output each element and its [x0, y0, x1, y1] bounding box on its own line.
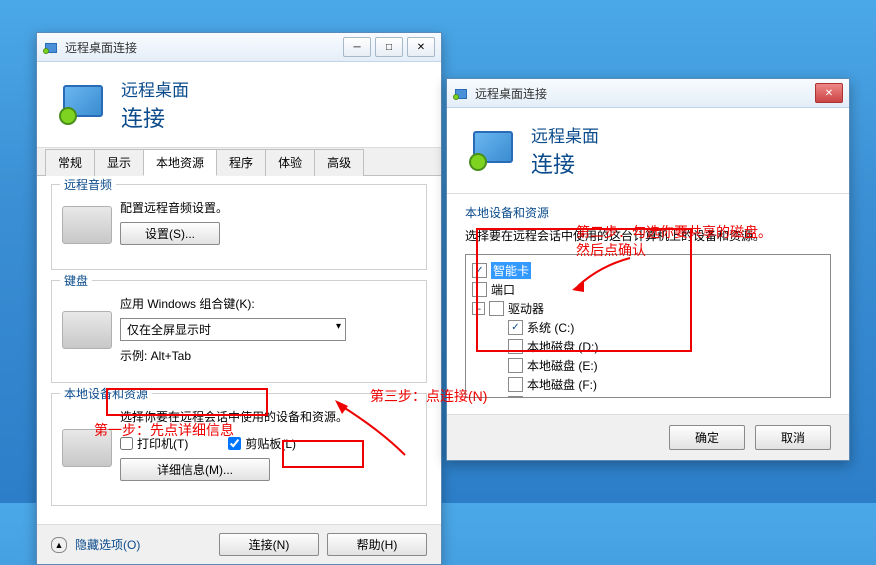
- devices-desc: 选择你要在远程会话中使用的设备和资源。: [120, 408, 416, 425]
- keyboard-example: 示例: Alt+Tab: [120, 347, 416, 364]
- drives-label[interactable]: 驱动器: [508, 300, 544, 317]
- group-keyboard: 键盘 应用 Windows 组合键(K): 仅在全屏显示时 示例: Alt+Ta…: [51, 280, 427, 383]
- titlebar2[interactable]: 远程桌面连接 ✕: [447, 79, 849, 108]
- group-title-keyboard: 键盘: [60, 272, 92, 289]
- tab-experience[interactable]: 体验: [265, 149, 315, 176]
- rdc-icon: [43, 39, 59, 55]
- group-remote-audio: 远程音频 配置远程音频设置。 设置(S)...: [51, 184, 427, 270]
- dialog-footer: 确定 取消: [447, 414, 849, 460]
- more-details-button[interactable]: 详细信息(M)...: [120, 458, 270, 481]
- rdc-icon: [453, 85, 469, 101]
- rdc-large-icon: [59, 83, 107, 127]
- printer-cb-input[interactable]: [120, 437, 133, 450]
- dialog-body: 本地设备和资源 选择要在远程会话中使用的这台计算机上的设备和资源。 智能卡 端口…: [447, 194, 849, 414]
- hide-options-link[interactable]: 隐藏选项(O): [75, 536, 140, 553]
- clipboard-checkbox[interactable]: 剪贴板(L): [228, 435, 296, 452]
- speaker-icon: [62, 206, 112, 244]
- drive-f-label[interactable]: 本地磁盘 (F:): [527, 376, 597, 393]
- tab-advanced[interactable]: 高级: [314, 149, 364, 176]
- drive-c-checkbox[interactable]: [508, 320, 523, 335]
- header2-line1: 远程桌面: [531, 122, 599, 147]
- footer: ▲ 隐藏选项(O) 连接(N) 帮助(H): [37, 524, 441, 564]
- close-button[interactable]: ✕: [407, 37, 435, 57]
- tab-general[interactable]: 常规: [45, 149, 95, 176]
- group-title-devices: 本地设备和资源: [60, 385, 152, 402]
- rdc-main-window: 远程桌面连接 ─ □ ✕ 远程桌面 连接 常规 显示 本地资源 程序 体验 高级…: [36, 32, 442, 565]
- ports-checkbox[interactable]: [472, 282, 487, 297]
- drive-c-label[interactable]: 系统 (C:): [527, 319, 574, 336]
- drives-checkbox[interactable]: [489, 301, 504, 316]
- tab-programs[interactable]: 程序: [216, 149, 266, 176]
- header-line1: 远程桌面: [121, 76, 189, 101]
- header2: 远程桌面 连接: [447, 108, 849, 194]
- drive-e-checkbox[interactable]: [508, 358, 523, 373]
- drive-e-label[interactable]: 本地磁盘 (E:): [527, 357, 598, 374]
- ports-label[interactable]: 端口: [491, 281, 515, 298]
- drive-d-checkbox[interactable]: [508, 339, 523, 354]
- header2-line2: 连接: [531, 147, 599, 179]
- tab-local-resources[interactable]: 本地资源: [143, 149, 217, 176]
- rdc-devices-dialog: 远程桌面连接 ✕ 远程桌面 连接 本地设备和资源 选择要在远程会话中使用的这台计…: [446, 78, 850, 461]
- printer-label: 打印机(T): [137, 435, 188, 452]
- titlebar[interactable]: 远程桌面连接 ─ □ ✕: [37, 33, 441, 62]
- keyboard-icon: [62, 311, 112, 349]
- keyboard-label: 应用 Windows 组合键(K):: [120, 295, 416, 312]
- window-title2: 远程桌面连接: [475, 85, 815, 102]
- drive-later-label[interactable]: 稍后插入的驱动器: [527, 395, 623, 398]
- smartcard-checkbox[interactable]: [472, 263, 487, 278]
- printer-checkbox[interactable]: 打印机(T): [120, 435, 188, 452]
- ok-button[interactable]: 确定: [669, 425, 745, 450]
- maximize-button[interactable]: □: [375, 37, 403, 57]
- drive-d-label[interactable]: 本地磁盘 (D:): [527, 338, 598, 355]
- devices-icon: [62, 429, 112, 467]
- cancel-button[interactable]: 取消: [755, 425, 831, 450]
- clipboard-label: 剪贴板(L): [245, 435, 296, 452]
- tab-display[interactable]: 显示: [94, 149, 144, 176]
- dialog-desc: 选择要在远程会话中使用的这台计算机上的设备和资源。: [465, 227, 831, 244]
- drive-later-checkbox[interactable]: [508, 396, 523, 398]
- dialog-group-title: 本地设备和资源: [465, 204, 831, 221]
- header: 远程桌面 连接: [37, 62, 441, 148]
- group-title-audio: 远程音频: [60, 176, 116, 193]
- group-devices: 本地设备和资源 选择你要在远程会话中使用的设备和资源。 打印机(T) 剪贴板(L…: [51, 393, 427, 506]
- smartcard-label[interactable]: 智能卡: [491, 262, 531, 279]
- help-button[interactable]: 帮助(H): [327, 533, 427, 556]
- collapse-icon[interactable]: ▲: [51, 537, 67, 553]
- drive-f-checkbox[interactable]: [508, 377, 523, 392]
- keyboard-select[interactable]: 仅在全屏显示时: [120, 318, 346, 341]
- drives-expand[interactable]: −: [472, 302, 485, 315]
- connect-button[interactable]: 连接(N): [219, 533, 319, 556]
- tab-strip: 常规 显示 本地资源 程序 体验 高级: [37, 148, 441, 176]
- window-title: 远程桌面连接: [65, 39, 343, 56]
- minimize-button[interactable]: ─: [343, 37, 371, 57]
- audio-desc: 配置远程音频设置。: [120, 199, 416, 216]
- close-button2[interactable]: ✕: [815, 83, 843, 103]
- devices-tree[interactable]: 智能卡 端口 −驱动器 系统 (C:) 本地磁盘 (D:) 本地磁盘 (E:) …: [465, 254, 831, 398]
- audio-settings-button[interactable]: 设置(S)...: [120, 222, 220, 245]
- header-line2: 连接: [121, 101, 189, 133]
- clipboard-cb-input[interactable]: [228, 437, 241, 450]
- tab-body: 远程音频 配置远程音频设置。 设置(S)... 键盘 应用 Windows 组合…: [37, 176, 441, 524]
- rdc-large-icon: [469, 129, 517, 173]
